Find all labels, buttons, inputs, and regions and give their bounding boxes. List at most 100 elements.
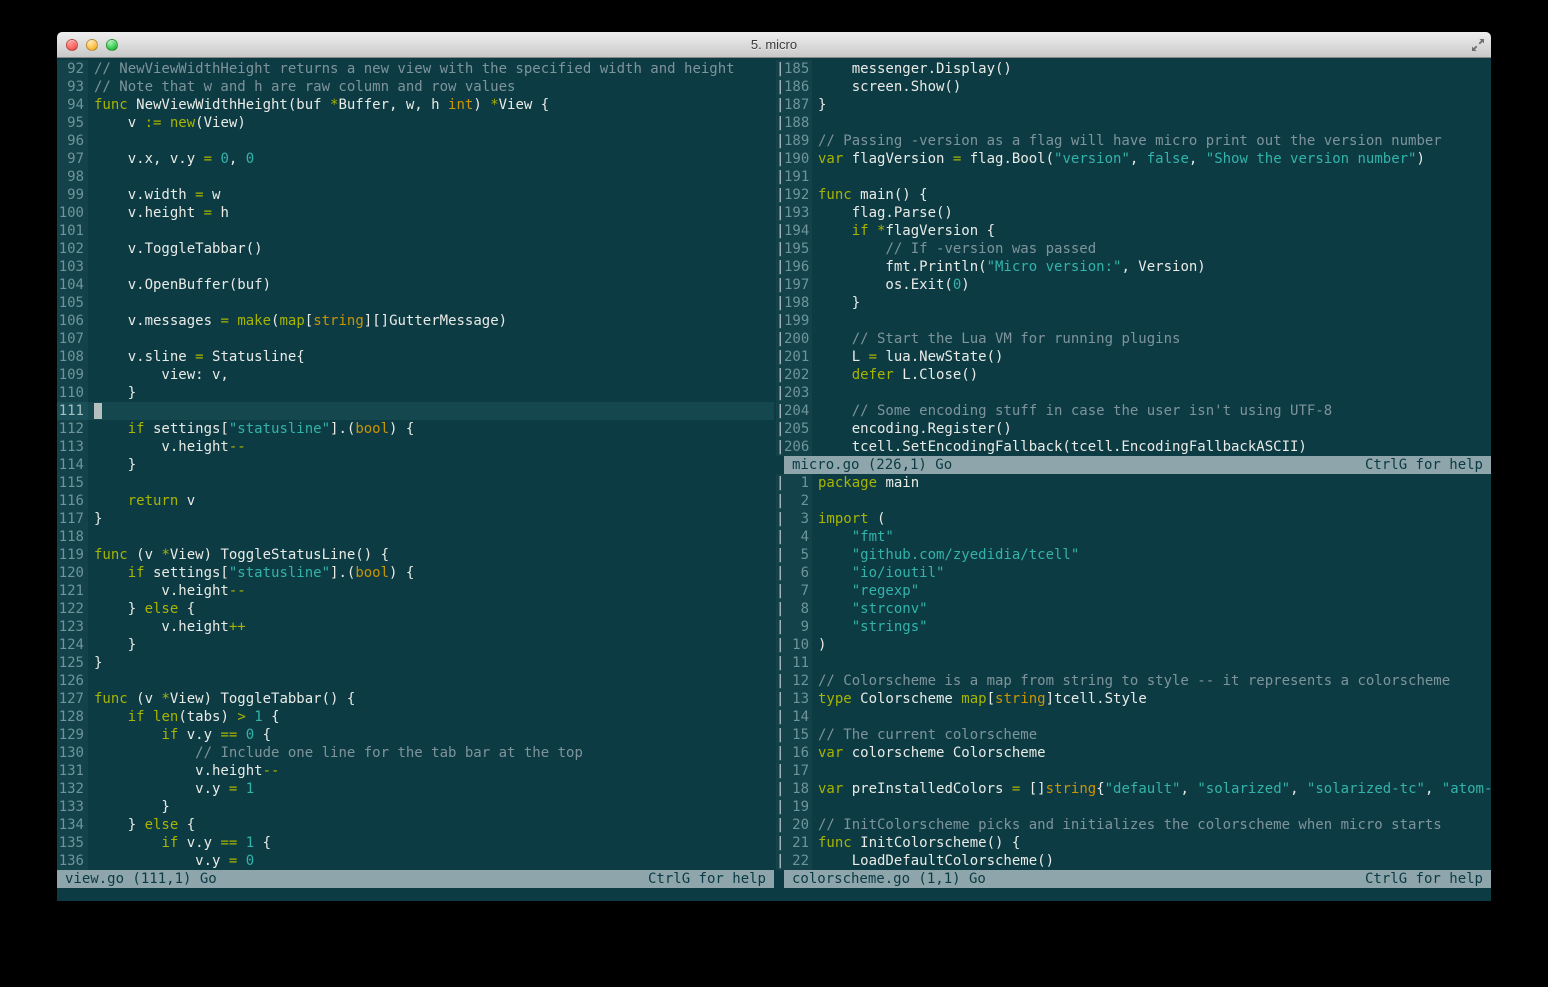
code-line[interactable]: | 189 // Passing -version as a flag will h… [776, 132, 1491, 150]
code-line[interactable]: | 195 // If -version was passed [776, 240, 1491, 258]
close-icon[interactable] [66, 38, 78, 51]
code-line[interactable]: 130 // Include one line for the tab bar … [57, 744, 774, 762]
code-line[interactable]: | 14 [776, 708, 1491, 726]
code-line[interactable]: 102 v.ToggleTabbar() [57, 240, 774, 258]
code-line[interactable]: | 204 // Some encoding stuff in case the … [776, 402, 1491, 420]
code-line[interactable]: | 19 [776, 798, 1491, 816]
code-line[interactable]: 120 if settings["statusline"].(bool) { [57, 564, 774, 582]
code-line[interactable]: | 205 encoding.Register() [776, 420, 1491, 438]
code-line[interactable]: | 201 L = lua.NewState() [776, 348, 1491, 366]
code-line[interactable]: | 21 func InitColorscheme() { [776, 834, 1491, 852]
code-line[interactable]: | 15 // The current colorscheme [776, 726, 1491, 744]
code-line[interactable]: | 187} [776, 96, 1491, 114]
line-number: 107 [57, 330, 88, 348]
code-line[interactable]: | 202 defer L.Close() [776, 366, 1491, 384]
code-line[interactable]: | 9 "strings" [776, 618, 1491, 636]
code-line[interactable]: | 190 var flagVersion = flag.Bool("version… [776, 150, 1491, 168]
code-line[interactable]: 128 if len(tabs) > 1 { [57, 708, 774, 726]
code-line[interactable]: | 2 [776, 492, 1491, 510]
code-line[interactable]: | 6 "io/ioutil" [776, 564, 1491, 582]
code-line[interactable]: | 192 func main() { [776, 186, 1491, 204]
code-line[interactable]: | 7 "regexp" [776, 582, 1491, 600]
code-line-current[interactable]: 111 [57, 402, 774, 420]
code-line[interactable]: 122 } else { [57, 600, 774, 618]
code-line[interactable]: 127 func (v *View) ToggleTabbar() { [57, 690, 774, 708]
code-line[interactable]: 105 [57, 294, 774, 312]
editor-pane-micro-go[interactable]: | 185 messenger.Display() | 186 screen.Show… [776, 60, 1491, 456]
code-line[interactable]: | 185 messenger.Display() [776, 60, 1491, 78]
token: v.messages [94, 313, 221, 329]
code-line[interactable]: | 8 "strconv" [776, 600, 1491, 618]
code-line[interactable]: | 3 import ( [776, 510, 1491, 528]
code-line[interactable]: | 203 [776, 384, 1491, 402]
code-line[interactable]: 114 } [57, 456, 774, 474]
code-line[interactable]: | 199 [776, 312, 1491, 330]
code-line[interactable]: 125} [57, 654, 774, 672]
code-line[interactable]: | 206 tcell.SetEncodingFallback(tcell.Enc… [776, 438, 1491, 456]
editor-pane-view-go[interactable]: 92 // NewViewWidthHeight returns a new vi… [57, 60, 774, 870]
code-line[interactable]: 110 } [57, 384, 774, 402]
code-line[interactable]: | 10) [776, 636, 1491, 654]
code-line[interactable]: | 5 "github.com/zyedidia/tcell" [776, 546, 1491, 564]
code-line[interactable]: 134 } else { [57, 816, 774, 834]
code-line[interactable]: | 194 if *flagVersion { [776, 222, 1491, 240]
status-help-hint: CtrlG for help [1364, 871, 1483, 887]
code-line[interactable]: 92 // NewViewWidthHeight returns a new vi… [57, 60, 774, 78]
code-line[interactable]: 96 [57, 132, 774, 150]
code-line[interactable]: 106 v.messages = make(map[string][]Gutte… [57, 312, 774, 330]
code-line[interactable]: | 12 // Colorscheme is a map from string t… [776, 672, 1491, 690]
code-line[interactable]: 116 return v [57, 492, 774, 510]
code-line[interactable]: 98 [57, 168, 774, 186]
code-line[interactable]: 95 v := new(View) [57, 114, 774, 132]
code-line[interactable]: 117} [57, 510, 774, 528]
code-line[interactable]: | 11 [776, 654, 1491, 672]
code-line[interactable]: | 191 [776, 168, 1491, 186]
code-line[interactable]: 121 v.height-- [57, 582, 774, 600]
resize-diagonal-icon[interactable] [1470, 37, 1486, 53]
editor-pane-colorscheme-go[interactable]: | 1 package main | 2 | 3 import (| 4 "fmt" | 5 "gi… [776, 474, 1491, 870]
code-line[interactable]: 113 v.height-- [57, 438, 774, 456]
code-line[interactable]: 103 [57, 258, 774, 276]
code-line[interactable]: | 16 var colorscheme Colorscheme [776, 744, 1491, 762]
minimize-icon[interactable] [86, 38, 98, 51]
code-line[interactable]: | 198 } [776, 294, 1491, 312]
code-line[interactable]: 97 v.x, v.y = 0, 0 [57, 150, 774, 168]
code-line[interactable]: | 13 type Colorscheme map[string]tcell.Sty… [776, 690, 1491, 708]
code-line[interactable]: 109 view: v, [57, 366, 774, 384]
code-line[interactable]: 118 [57, 528, 774, 546]
code-line[interactable]: | 17 [776, 762, 1491, 780]
code-line[interactable]: | 197 os.Exit(0) [776, 276, 1491, 294]
code-line[interactable]: 112 if settings["statusline"].(bool) { [57, 420, 774, 438]
code-line[interactable]: | 188 [776, 114, 1491, 132]
code-line[interactable]: 101 [57, 222, 774, 240]
code-line[interactable]: | 200 // Start the Lua VM for running plu… [776, 330, 1491, 348]
code-line[interactable]: 126 [57, 672, 774, 690]
code-line[interactable]: 132 v.y = 1 [57, 780, 774, 798]
code-line[interactable]: | 196 fmt.Println("Micro version:", Versi… [776, 258, 1491, 276]
code-line[interactable]: 123 v.height++ [57, 618, 774, 636]
code-line[interactable]: | 193 flag.Parse() [776, 204, 1491, 222]
code-line[interactable]: 99 v.width = w [57, 186, 774, 204]
code-line[interactable]: | 20 // InitColorscheme picks and initiali… [776, 816, 1491, 834]
code-line[interactable]: | 1 package main [776, 474, 1491, 492]
code-line[interactable]: | 186 screen.Show() [776, 78, 1491, 96]
code-line[interactable]: 93 // Note that w and h are raw column an… [57, 78, 774, 96]
code-line[interactable]: 129 if v.y == 0 { [57, 726, 774, 744]
code-line[interactable]: 115 [57, 474, 774, 492]
code-line[interactable]: 104 v.OpenBuffer(buf) [57, 276, 774, 294]
code-line[interactable]: | 22 LoadDefaultColorscheme() [776, 852, 1491, 870]
code-line[interactable]: 124 } [57, 636, 774, 654]
code-line[interactable]: 136 v.y = 0 [57, 852, 774, 870]
code-line[interactable]: 133 } [57, 798, 774, 816]
code-line[interactable]: 107 [57, 330, 774, 348]
code-line[interactable]: 100 v.height = h [57, 204, 774, 222]
code-line[interactable]: 135 if v.y == 1 { [57, 834, 774, 852]
code-line[interactable]: 119 func (v *View) ToggleStatusLine() { [57, 546, 774, 564]
code-line[interactable]: 131 v.height-- [57, 762, 774, 780]
zoom-icon[interactable] [106, 38, 118, 51]
code-line[interactable]: 94 func NewViewWidthHeight(buf * Buffer, w… [57, 96, 774, 114]
code-line[interactable]: | 4 "fmt" [776, 528, 1491, 546]
title-bar[interactable]: 5. micro [57, 32, 1491, 58]
code-line[interactable]: 108 v.sline = Statusline{ [57, 348, 774, 366]
code-line[interactable]: | 18 var preInstalledColors = []string{"de… [776, 780, 1491, 798]
